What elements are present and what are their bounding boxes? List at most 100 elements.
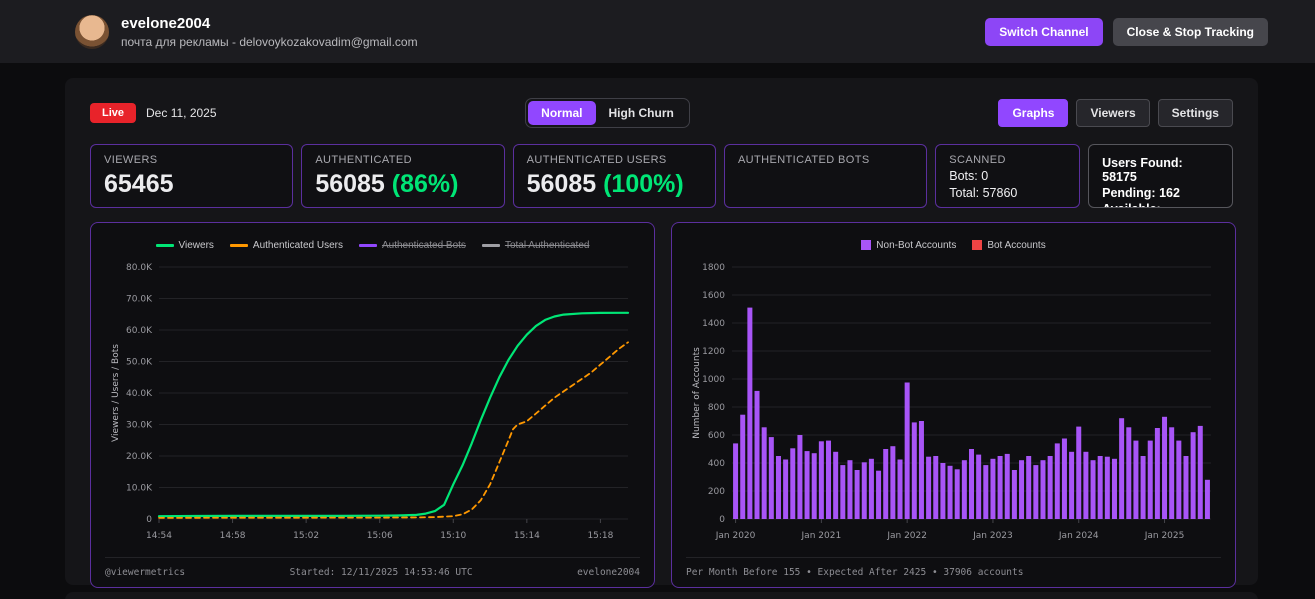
tab-settings[interactable]: Settings (1157, 99, 1233, 127)
live-badge: Live (90, 103, 137, 123)
svg-text:70.0K: 70.0K (126, 295, 153, 305)
svg-text:Jan 2021: Jan 2021 (801, 531, 842, 541)
stats-row: VIEWERS 65465 AUTHENTICATED 56085 (86%) … (90, 144, 1233, 208)
legend-swatch (861, 240, 872, 250)
svg-text:1000: 1000 (702, 375, 725, 385)
svg-text:200: 200 (708, 487, 725, 497)
stat-card-authenticated-users: AUTHENTICATED USERS 56085 (100%) (512, 144, 716, 208)
stat-label: AUTHENTICATED USERS (526, 154, 667, 166)
stat-value: 65465 (104, 170, 174, 198)
users-found: Users Found: 58175 (1102, 156, 1183, 184)
stat-card-viewers: VIEWERS 65465 (90, 144, 294, 208)
stat-label: AUTHENTICATED (315, 154, 412, 166)
scanned-bots: Bots: 0 (949, 169, 989, 183)
legend-swatch (481, 243, 500, 247)
svg-text:0: 0 (719, 515, 725, 525)
svg-text:Number of Accounts: Number of Accounts (692, 347, 702, 439)
svg-text:0: 0 (146, 515, 152, 525)
svg-text:10.0K: 10.0K (126, 484, 153, 494)
svg-text:15:10: 15:10 (440, 531, 466, 541)
started-timestamp: Started: 12/11/2025 14:53:46 UTC (289, 567, 473, 578)
next-section-panel (65, 592, 1258, 599)
bar-footer-text: Per Month Before 155 • Expected After 24… (686, 567, 1024, 578)
svg-text:15:02: 15:02 (293, 531, 319, 541)
svg-text:Viewers / Users / Bots: Viewers / Users / Bots (111, 344, 121, 442)
svg-text:15:18: 15:18 (587, 531, 613, 541)
svg-text:60.0K: 60.0K (126, 326, 153, 336)
legend-swatch (155, 243, 174, 247)
stat-card-authenticated-bots: AUTHENTICATED BOTS (723, 144, 928, 208)
svg-text:Jan 2024: Jan 2024 (1058, 531, 1099, 541)
stat-label: SCANNED (949, 154, 1006, 166)
mode-normal-button[interactable]: Normal (528, 101, 596, 125)
svg-text:Jan 2022: Jan 2022 (886, 531, 927, 541)
stat-card-authenticated: AUTHENTICATED 56085 (86%) (301, 144, 505, 208)
line-chart-footer: @viewermetrics Started: 12/11/2025 14:53… (105, 557, 640, 587)
svg-text:1400: 1400 (702, 319, 725, 329)
stat-value: 56085 (100%) (526, 170, 684, 198)
stat-label: VIEWERS (104, 154, 158, 166)
legend-item[interactable]: Non-Bot Accounts (861, 240, 956, 251)
switch-channel-button[interactable]: Switch Channel (985, 17, 1103, 46)
tab-graphs[interactable]: Graphs (998, 99, 1069, 127)
legend-item[interactable]: Bot Accounts (972, 240, 1046, 251)
legend-swatch (229, 243, 248, 247)
legend-swatch (972, 240, 983, 250)
mode-high-churn-button[interactable]: High Churn (596, 101, 687, 125)
accounts-bar-chart-card: Non-Bot Accounts Bot Accounts 0 200 400 600 8… (671, 222, 1236, 588)
avatar (75, 14, 109, 49)
svg-text:14:54: 14:54 (146, 531, 172, 541)
close-stop-tracking-button[interactable]: Close & Stop Tracking (1112, 17, 1268, 46)
line-chart-legend: Viewers Authenticated Users Authenticated … (105, 233, 640, 257)
svg-text:1800: 1800 (702, 263, 725, 273)
channel-subtitle: почта для рекламы - delovoykozakovadim@g… (121, 34, 418, 49)
tracking-panel: Live Dec 11, 2025 Normal High Churn Grap… (65, 78, 1258, 588)
stat-value: 56085 (86%) (315, 170, 459, 198)
charts-row: Viewers Authenticated Users Authenticated … (90, 222, 1236, 588)
stat-card-summary: Users Found: 58175 Pending: 162 Availabl… (1088, 144, 1233, 208)
stat-card-scanned: SCANNED Bots: 0 Total: 57860 (935, 144, 1081, 208)
pending: Pending: 162 (1102, 186, 1180, 200)
bar-chart-legend: Non-Bot Accounts Bot Accounts (686, 233, 1221, 257)
svg-text:1200: 1200 (702, 347, 725, 357)
svg-text:600: 600 (708, 431, 725, 441)
available: Available: 3331/5000 (1102, 202, 1219, 207)
svg-text:80.0K: 80.0K (126, 263, 153, 273)
line-chart-svg: 0 10.0K 20.0K 30.0K 40.0K 50.0K 60.0K 70.0K 80.0… (111, 263, 630, 541)
stat-percent: (100%) (603, 170, 684, 198)
scanned-total: Total: 57860 (949, 186, 1018, 200)
stat-label: AUTHENTICATED BOTS (737, 154, 870, 166)
bar-chart-canvas: 0 200 400 600 800 1000 1200 1400 1600 1800 Jan 202… (686, 257, 1221, 557)
svg-text:Jan 2025: Jan 2025 (1144, 531, 1185, 541)
svg-text:50.0K: 50.0K (126, 358, 153, 368)
svg-text:30.0K: 30.0K (126, 421, 153, 431)
legend-swatch (358, 243, 377, 247)
svg-text:Jan 2023: Jan 2023 (972, 531, 1013, 541)
mode-toggle: Normal High Churn (525, 98, 690, 128)
legend-item[interactable]: Viewers (155, 240, 214, 251)
footer-channel-name: evelone2004 (577, 567, 640, 578)
svg-text:40.0K: 40.0K (126, 389, 153, 399)
svg-text:400: 400 (708, 459, 725, 469)
svg-text:1600: 1600 (702, 291, 725, 301)
watermark: @viewermetrics (105, 567, 186, 578)
svg-text:14:58: 14:58 (220, 531, 246, 541)
tab-viewers[interactable]: Viewers (1076, 99, 1150, 127)
legend-item[interactable]: Authenticated Users (229, 240, 343, 251)
toolbar: Live Dec 11, 2025 Normal High Churn Grap… (90, 98, 1233, 128)
legend-item[interactable]: Authenticated Bots (358, 240, 466, 251)
svg-text:800: 800 (708, 403, 725, 413)
viewers-line-chart-card: Viewers Authenticated Users Authenticated … (90, 222, 655, 588)
line-chart-canvas: 0 10.0K 20.0K 30.0K 40.0K 50.0K 60.0K 70.0K 80.0… (105, 257, 640, 557)
channel-name: evelone2004 (121, 14, 211, 32)
top-header: evelone2004 почта для рекламы - delovoyk… (0, 0, 1315, 63)
legend-item[interactable]: Total Authenticated (481, 240, 589, 251)
bar-chart-svg: 0 200 400 600 800 1000 1200 1400 1600 1800 Jan 202… (692, 263, 1211, 541)
bar-chart-footer: Per Month Before 155 • Expected After 24… (686, 557, 1221, 587)
svg-text:15:06: 15:06 (367, 531, 393, 541)
svg-text:20.0K: 20.0K (126, 452, 153, 462)
svg-text:Jan 2020: Jan 2020 (715, 531, 756, 541)
svg-text:15:14: 15:14 (514, 531, 540, 541)
date-label: Dec 11, 2025 (146, 106, 217, 120)
stat-percent: (86%) (391, 170, 459, 198)
